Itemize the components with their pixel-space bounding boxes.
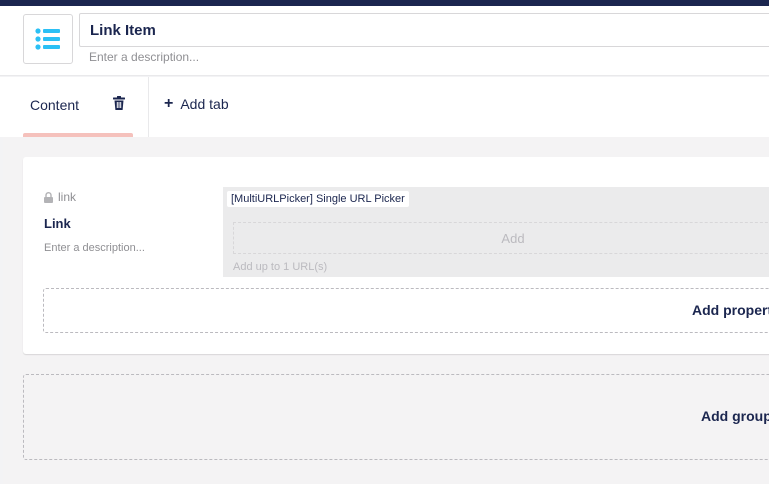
property-name[interactable]: Link bbox=[44, 216, 71, 231]
tab-label: Content bbox=[30, 97, 80, 113]
property-editor-preview[interactable]: [MultiURLPicker] Single URL Picker Add A… bbox=[223, 187, 769, 277]
add-group-button[interactable]: Add group bbox=[23, 374, 769, 460]
add-property-label: Add property bbox=[692, 302, 769, 318]
property-alias-text: link bbox=[58, 190, 77, 204]
property-group: link Link Enter a description... [MultiU… bbox=[23, 157, 769, 354]
add-tab-label: Add tab bbox=[180, 96, 229, 112]
tab-content[interactable]: Content bbox=[23, 77, 133, 137]
add-tab-button[interactable]: + Add tab bbox=[164, 95, 229, 113]
add-property-button[interactable]: Add property bbox=[43, 288, 769, 333]
trash-icon[interactable] bbox=[113, 96, 125, 115]
property-alias[interactable]: link bbox=[44, 190, 76, 204]
editor-type-tag: [MultiURLPicker] Single URL Picker bbox=[227, 191, 409, 207]
document-type-header bbox=[0, 6, 769, 76]
plus-icon: + bbox=[164, 95, 174, 112]
add-group-label: Add group bbox=[701, 408, 769, 424]
tab-divider bbox=[148, 77, 149, 137]
description-input[interactable] bbox=[79, 47, 679, 67]
lock-icon bbox=[44, 191, 53, 203]
editor-add-button: Add bbox=[233, 222, 769, 254]
editor-hint: Add up to 1 URL(s) bbox=[233, 261, 328, 273]
icon-picker-button[interactable] bbox=[23, 14, 73, 64]
list-icon bbox=[35, 28, 60, 50]
property-description[interactable]: Enter a description... bbox=[44, 242, 145, 254]
name-input[interactable] bbox=[79, 13, 769, 47]
tab-bar: Content + Add tab bbox=[0, 77, 769, 137]
